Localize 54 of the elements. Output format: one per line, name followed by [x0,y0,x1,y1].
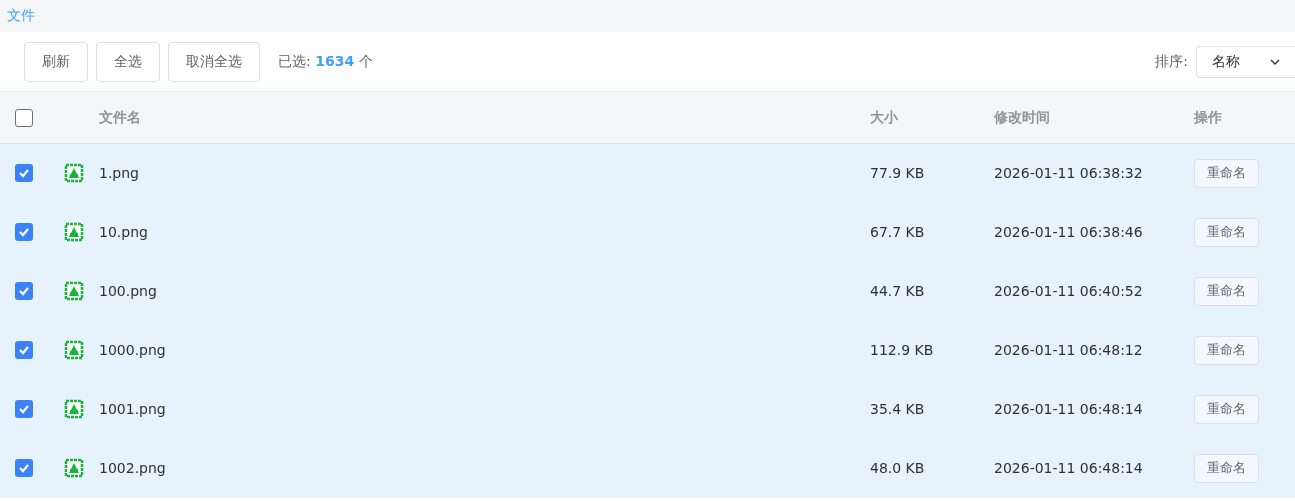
modified-time: 2026-01-11 06:38:46 [994,224,1144,240]
checkbox[interactable] [15,282,33,300]
sort-label: 排序: [1155,52,1188,71]
check-icon [18,462,30,474]
file-size: 77.9 KB [870,165,926,181]
file-name: 100.png [99,283,158,299]
modified-time: 2026-01-11 06:38:32 [994,165,1144,181]
file-size: 67.7 KB [870,224,926,240]
check-icon [18,167,30,179]
file-size: 112.9 KB [870,342,935,358]
file-name: 1002.png [99,460,167,476]
rename-button[interactable]: 重命名 [1194,335,1259,365]
toolbar-button[interactable]: 刷新 [24,41,88,82]
image-file-icon [64,222,84,242]
column-header: 操作 [1194,108,1223,127]
file-name: 10.png [99,224,149,240]
checkbox[interactable] [15,108,33,127]
rename-button[interactable]: 重命名 [1194,276,1259,306]
file-name: 1001.png [99,401,167,417]
file-name: 1.png [99,165,140,181]
selection-count: 已选: 1634 个 [278,52,373,71]
file-size: 35.4 KB [870,401,926,417]
column-header: 修改时间 [994,108,1051,127]
image-file-icon [64,163,84,183]
toolbar-button[interactable]: 取消全选 [168,41,260,82]
column-header: 文件名 [99,108,142,127]
rename-button[interactable]: 重命名 [1194,217,1259,247]
file-size: 48.0 KB [870,460,926,476]
checkbox[interactable] [15,341,33,359]
image-file-icon [64,340,84,360]
rename-button[interactable]: 重命名 [1194,453,1259,483]
checkbox[interactable] [15,459,33,477]
sort-select[interactable]: 名称 [1196,45,1295,78]
modified-time: 2026-01-11 06:48:14 [994,401,1144,417]
check-icon [18,226,30,238]
checkbox[interactable] [15,400,33,418]
modified-time: 2026-01-11 06:40:52 [994,283,1144,299]
modified-time: 2026-01-11 06:48:14 [994,460,1144,476]
rename-button[interactable]: 重命名 [1194,158,1259,188]
check-icon [18,285,30,297]
toolbar-button[interactable]: 全选 [96,41,160,82]
file-name: 1000.png [99,342,167,358]
column-header: 大小 [870,108,899,127]
check-icon [18,344,30,356]
image-file-icon [64,458,84,478]
checkbox[interactable] [15,223,33,241]
checkbox[interactable] [15,164,33,182]
image-file-icon [64,281,84,301]
caret-icon [1270,58,1280,65]
image-file-icon [64,399,84,419]
rename-button[interactable]: 重命名 [1194,394,1259,424]
check-icon [18,403,30,415]
file-size: 44.7 KB [870,283,926,299]
modified-time: 2026-01-11 06:48:12 [994,342,1144,358]
